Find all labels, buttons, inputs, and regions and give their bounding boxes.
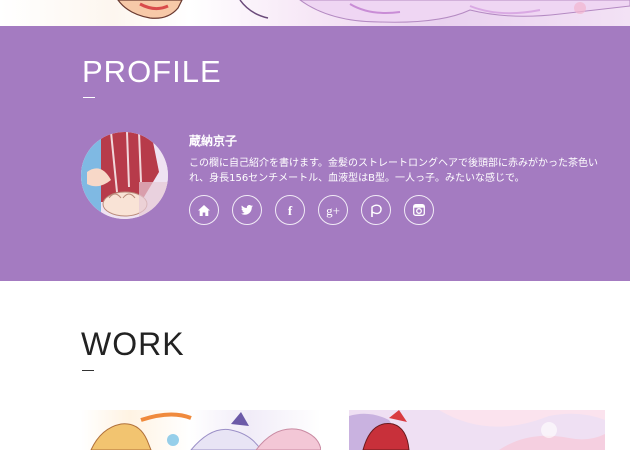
facebook-icon: f (287, 202, 293, 218)
twitter-link-button[interactable] (232, 195, 262, 225)
home-link-button[interactable] (189, 195, 219, 225)
profile-name: 蔵納京子 (189, 134, 238, 148)
social-links: f g+ (189, 195, 434, 225)
hero-illustration (0, 0, 630, 26)
pixiv-link-button[interactable] (361, 195, 391, 225)
work-heading: WORK (81, 326, 185, 362)
profile-bio: この欄に自己紹介を書けます。金髪のストレートロングヘアで後頭部に赤みがかった茶色… (189, 156, 630, 186)
google-plus-icon: g+ (326, 202, 340, 218)
profile-bio-line: れ、身長156センチメートル、血液型はB型。一人っ子。みたいな感じで。 (189, 173, 525, 184)
home-icon (198, 204, 210, 216)
profile-heading-underline (83, 97, 95, 98)
avatar (81, 132, 168, 219)
work-thumbnail[interactable] (349, 410, 605, 450)
google-plus-link-button[interactable]: g+ (318, 195, 348, 225)
facebook-link-button[interactable]: f (275, 195, 305, 225)
instagram-link-button[interactable] (404, 195, 434, 225)
instagram-icon (413, 204, 425, 216)
profile-bio-line: この欄に自己紹介を書けます。金髪のストレートロングヘアで後頭部に赤みがかった茶色… (189, 158, 598, 169)
twitter-icon (241, 205, 253, 215)
profile-section: PROFILE 蔵納京子 この欄に自己紹介を書けます。金髪のストレートロングヘア… (0, 26, 630, 281)
work-heading-underline (82, 370, 94, 371)
profile-heading: PROFILE (82, 54, 222, 89)
pixiv-icon (371, 204, 382, 217)
work-thumbnail[interactable] (81, 410, 321, 450)
